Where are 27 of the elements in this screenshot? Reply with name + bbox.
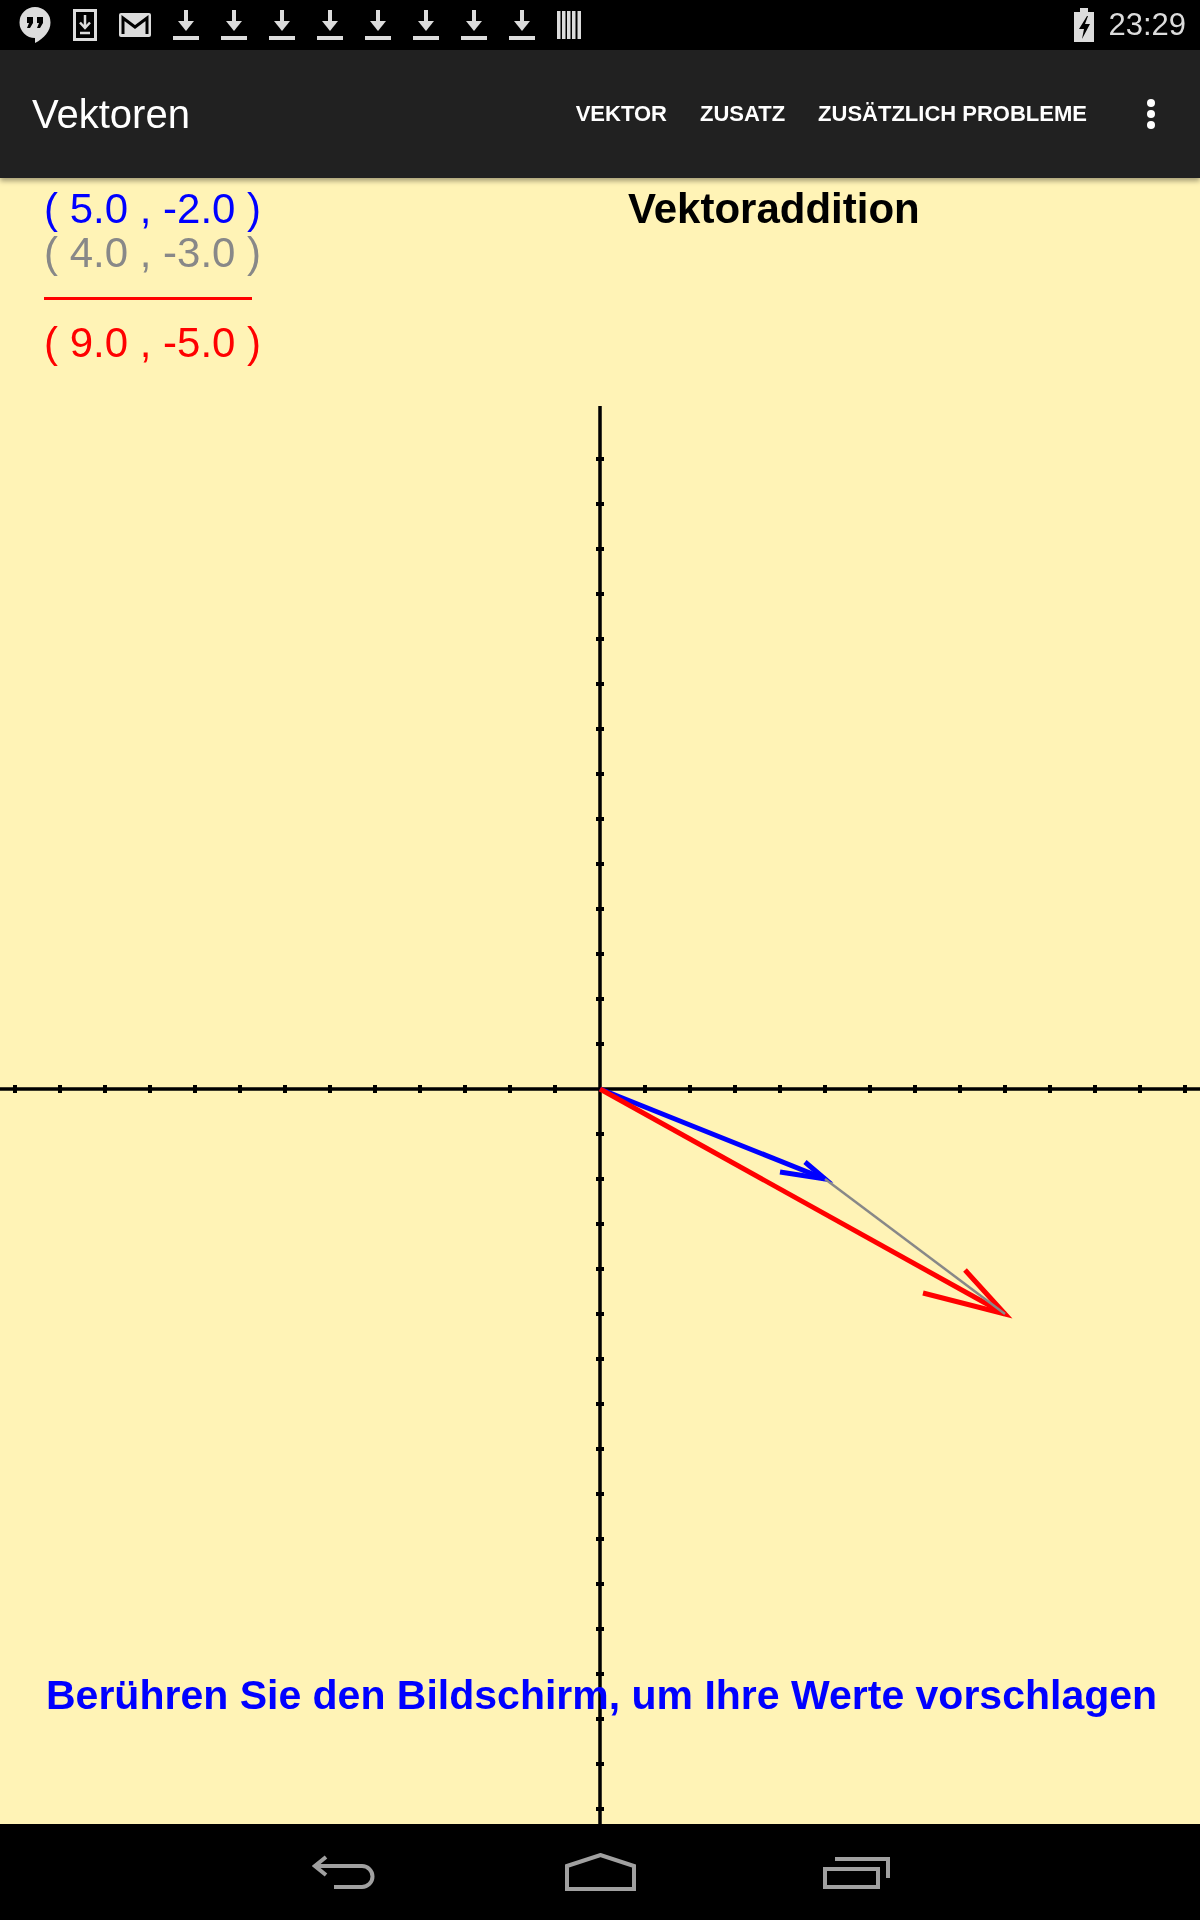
download-icon (509, 10, 535, 40)
app-title: Vektoren (32, 91, 190, 137)
chat-bubble-icon (19, 7, 51, 43)
menu-action[interactable]: ZUSÄTZLICH PROBLEME (818, 101, 1087, 127)
vector-coordinates: ( 5.0 , -2.0 ) (44, 187, 262, 231)
envelope-icon (119, 13, 151, 37)
sum-coordinates: ( 9.0 , -5.0 ) (44, 321, 262, 365)
battery-charging-icon (1074, 8, 1095, 42)
download-icon (413, 10, 439, 40)
menu-action[interactable]: ZUSATZ (699, 101, 786, 127)
download-icon (365, 10, 391, 40)
page-title: Vektoraddition (628, 187, 920, 231)
download-icon (221, 10, 247, 40)
clock-time: 23:29 (1108, 7, 1186, 43)
home-icon (564, 1853, 636, 1891)
more-options-button[interactable] (1147, 99, 1155, 129)
vector-coordinates: ( 4.0 , -3.0 ) (44, 231, 262, 275)
recents-icon (822, 1855, 890, 1889)
dots-menu-icon (1147, 99, 1155, 129)
download-icon (269, 10, 295, 40)
download-icon (173, 10, 199, 40)
back-icon (312, 1854, 376, 1890)
menu-action[interactable]: VEKTOR (575, 101, 667, 127)
download-icon (461, 10, 487, 40)
download-box-icon (73, 9, 97, 41)
stripes-icon (557, 11, 581, 39)
download-icon (317, 10, 343, 40)
